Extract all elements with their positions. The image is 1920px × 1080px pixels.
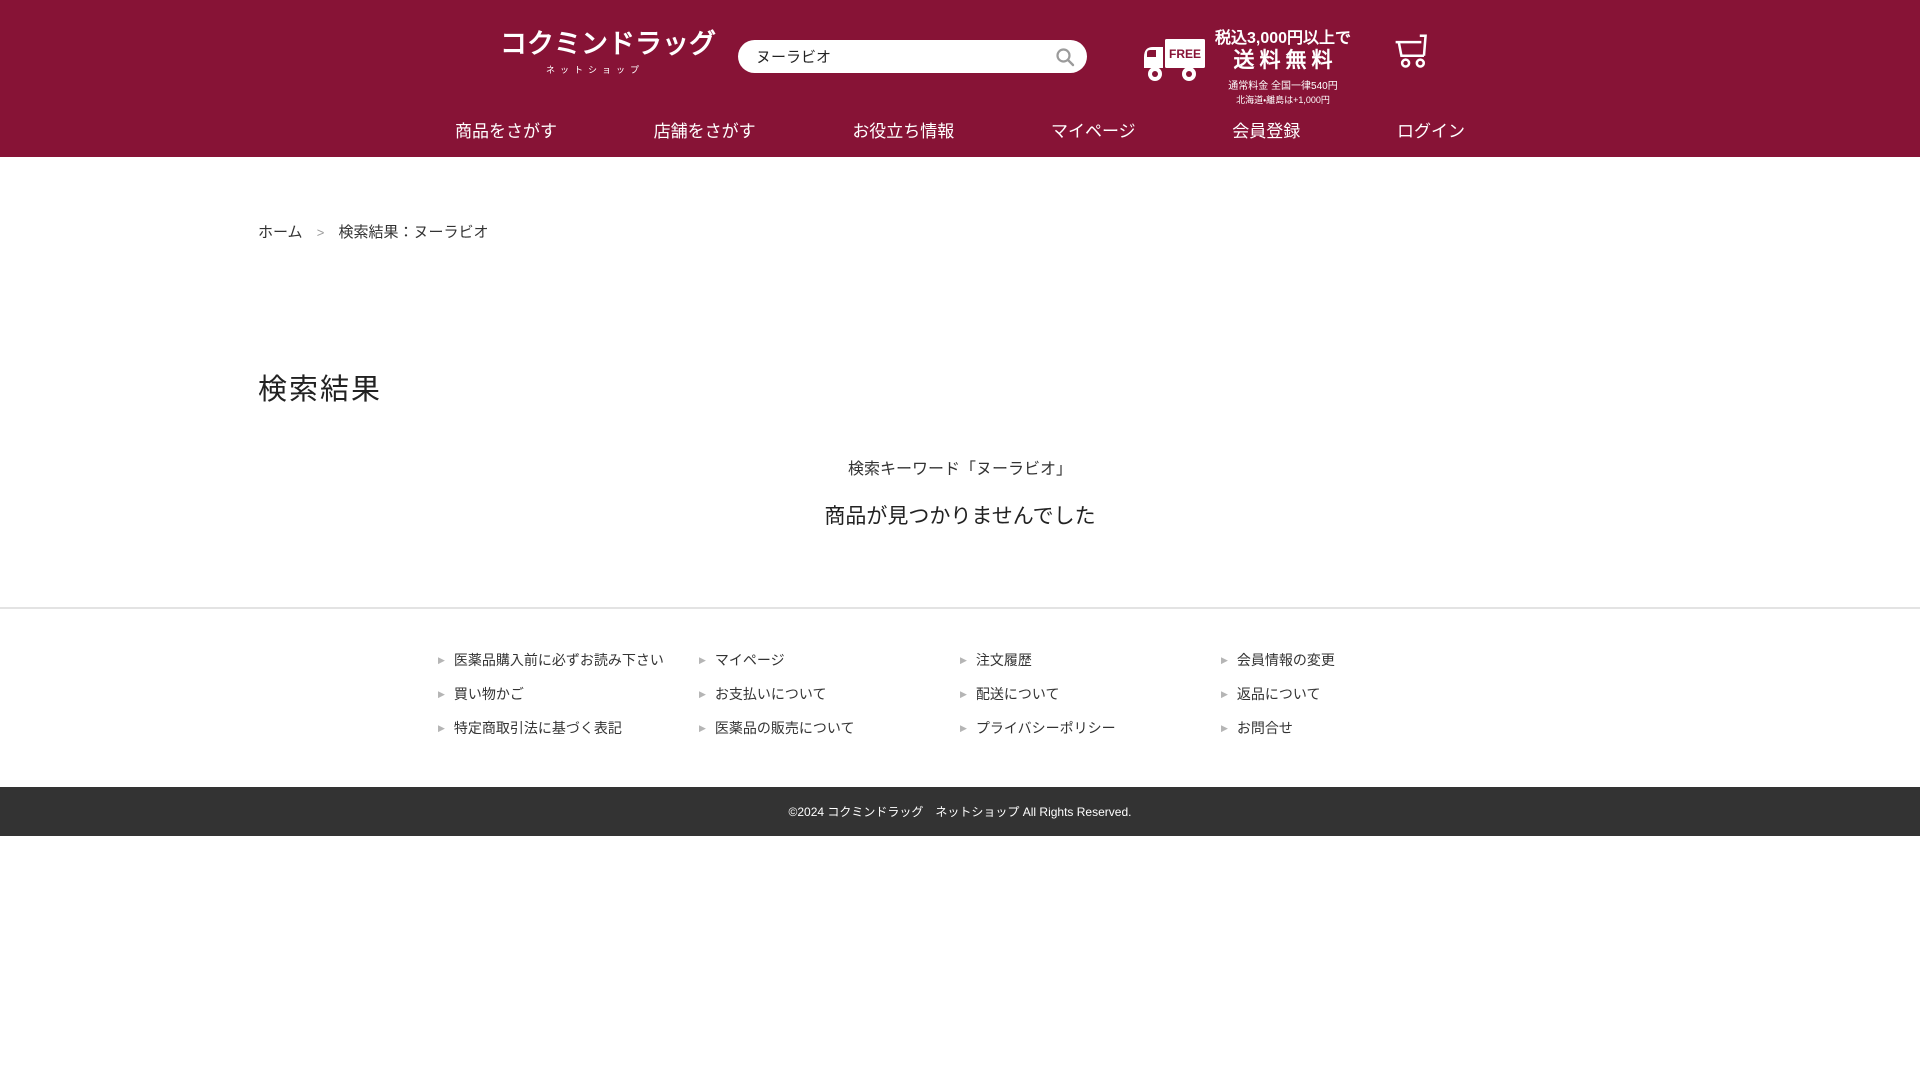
- shipping-free-label: 送料無料: [1220, 48, 1351, 73]
- footer-link-medicine-purchase-notice[interactable]: ▶ 医薬品購入前に必ずお読み下さい: [438, 652, 699, 669]
- copyright-bar: ©2024 コクミンドラッグ ネットショップ All Rights Reserv…: [0, 787, 1920, 836]
- search-input[interactable]: [738, 40, 1055, 73]
- footer-link-order-history[interactable]: ▶ 注文履歴: [960, 652, 1221, 669]
- arrow-icon: ▶: [960, 652, 967, 669]
- free-shipping-banner: FREE 税込3,000円以上で 送料無料 通常料金 全国一律540円 北海道・…: [1143, 30, 1351, 106]
- breadcrumb-separator: >: [317, 225, 325, 240]
- footer-link-label: マイページ: [715, 652, 785, 669]
- footer-link-legal-notation[interactable]: ▶ 特定商取引法に基づく表記: [438, 720, 699, 737]
- arrow-icon: ▶: [699, 686, 706, 703]
- arrow-icon: ▶: [960, 720, 967, 737]
- shipping-threshold: 税込3,000円以上で: [1215, 30, 1351, 48]
- arrow-icon: ▶: [699, 652, 706, 669]
- footer-link-label: 特定商取引法に基づく表記: [454, 720, 622, 737]
- search-keyword-text: 検索キーワード「ヌーラビオ」: [258, 455, 1662, 479]
- nav-item-search-stores[interactable]: 店舗をさがす: [654, 117, 756, 142]
- breadcrumb-current: 検索結果：ヌーラビオ: [339, 224, 489, 241]
- arrow-icon: ▶: [438, 686, 445, 703]
- shipping-note-1: 通常料金 全国一律540円: [1215, 77, 1351, 92]
- footer-link-shopping-cart[interactable]: ▶ 買い物かご: [438, 686, 699, 703]
- main-content: ホーム > 検索結果：ヌーラビオ 検索結果 検索キーワード「ヌーラビオ」 商品が…: [258, 157, 1662, 530]
- footer-link-label: 返品について: [1237, 686, 1321, 703]
- footer: ▶ 医薬品購入前に必ずお読み下さい ▶ マイページ ▶ 注文履歴 ▶ 会員情報の…: [0, 607, 1920, 737]
- footer-link-label: 医薬品の販売について: [715, 720, 855, 737]
- footer-link-label: 注文履歴: [976, 652, 1032, 669]
- logo-subtitle: ネットショップ: [500, 63, 690, 76]
- footer-link-contact[interactable]: ▶ お問合せ: [1221, 720, 1482, 737]
- arrow-icon: ▶: [699, 720, 706, 737]
- logo-title: コクミンドラッグ: [500, 28, 690, 60]
- footer-link-label: プライバシーポリシー: [976, 720, 1116, 737]
- nav-item-useful-info[interactable]: お役立ち情報: [852, 117, 954, 142]
- search-box: [738, 40, 1087, 73]
- arrow-icon: ▶: [960, 686, 967, 703]
- arrow-icon: ▶: [1221, 720, 1228, 737]
- footer-link-privacy-policy[interactable]: ▶ プライバシーポリシー: [960, 720, 1221, 737]
- footer-link-member-info-change[interactable]: ▶ 会員情報の変更: [1221, 652, 1482, 669]
- breadcrumb-home[interactable]: ホーム: [258, 224, 303, 241]
- site-header: コクミンドラッグ ネットショップ FREE: [0, 0, 1920, 157]
- footer-link-returns[interactable]: ▶ 返品について: [1221, 686, 1482, 703]
- nav-item-search-products[interactable]: 商品をさがす: [455, 117, 557, 142]
- footer-link-label: 買い物かご: [454, 686, 524, 703]
- arrow-icon: ▶: [1221, 652, 1228, 669]
- free-badge-text: FREE: [1169, 47, 1201, 61]
- search-icon: [1055, 47, 1075, 67]
- main-nav: 商品をさがす 店舗をさがす お役立ち情報 マイページ 会員登録 ログイン: [0, 110, 1920, 157]
- footer-link-label: 配送について: [976, 686, 1060, 703]
- cart-icon: [1393, 31, 1435, 71]
- footer-link-label: 会員情報の変更: [1237, 652, 1335, 669]
- footer-link-label: 医薬品購入前に必ずお読み下さい: [454, 652, 664, 669]
- shipping-text: 税込3,000円以上で 送料無料 通常料金 全国一律540円 北海道・離島は+1…: [1215, 30, 1351, 106]
- shipping-note-2: 北海道・離島は+1,000円: [1215, 93, 1351, 106]
- arrow-icon: ▶: [438, 720, 445, 737]
- site-logo[interactable]: コクミンドラッグ ネットショップ: [500, 28, 690, 76]
- copyright-text: ©2024 コクミンドラッグ ネットショップ All Rights Reserv…: [789, 803, 1132, 820]
- footer-link-label: お支払いについて: [715, 686, 827, 703]
- page-title: 検索結果: [258, 366, 1662, 408]
- footer-link-label: お問合せ: [1237, 720, 1293, 737]
- nav-item-mypage[interactable]: マイページ: [1051, 117, 1136, 142]
- cart-button[interactable]: [1393, 31, 1435, 76]
- arrow-icon: ▶: [1221, 686, 1228, 703]
- footer-link-payment[interactable]: ▶ お支払いについて: [699, 686, 960, 703]
- footer-link-delivery[interactable]: ▶ 配送について: [960, 686, 1221, 703]
- free-shipping-truck-icon: FREE: [1143, 38, 1207, 106]
- page: コクミンドラッグ ネットショップ FREE: [0, 0, 1920, 1080]
- footer-link-medicine-sales[interactable]: ▶ 医薬品の販売について: [699, 720, 960, 737]
- breadcrumb: ホーム > 検索結果：ヌーラビオ: [258, 157, 1662, 242]
- nav-item-register[interactable]: 会員登録: [1232, 117, 1300, 142]
- footer-link-mypage[interactable]: ▶ マイページ: [699, 652, 960, 669]
- nav-item-login[interactable]: ログイン: [1397, 117, 1465, 142]
- arrow-icon: ▶: [438, 652, 445, 669]
- search-button[interactable]: [1055, 47, 1087, 67]
- no-result-message: 商品が見つかりませんでした: [258, 500, 1662, 530]
